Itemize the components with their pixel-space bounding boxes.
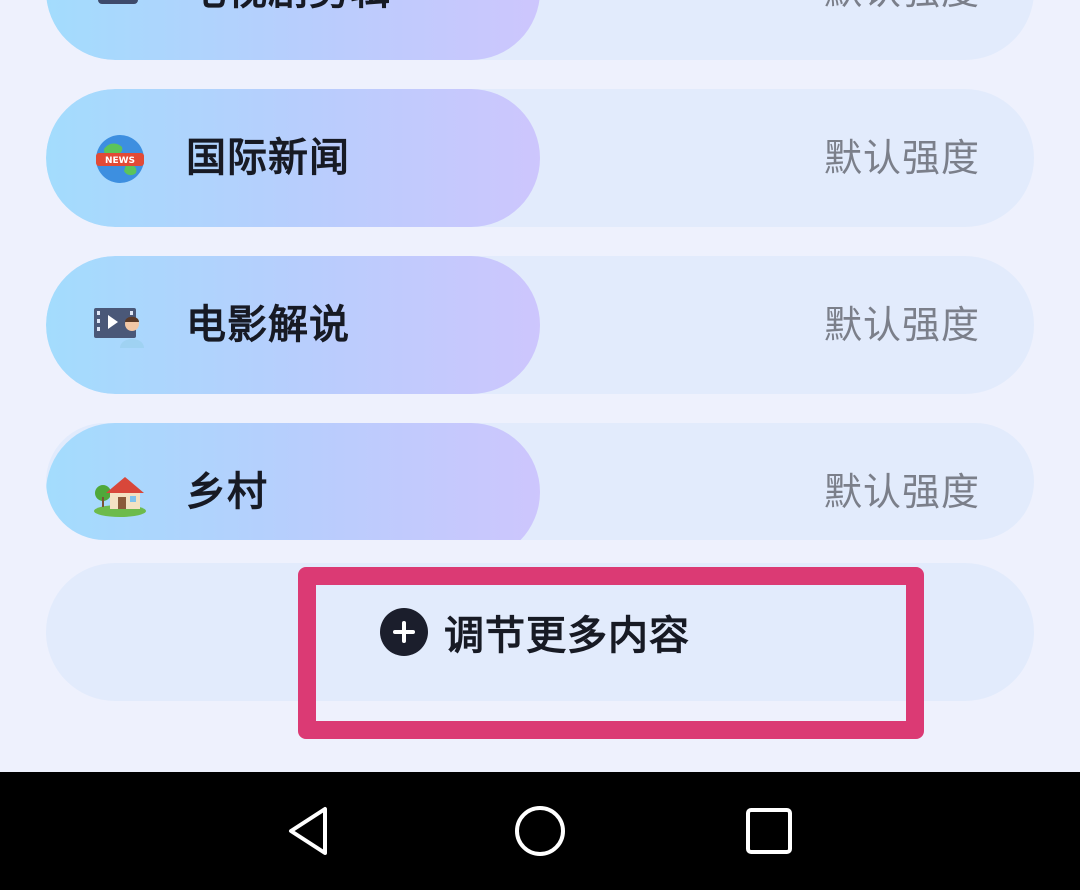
screen: 电视剧剪辑 默认强度 NEWS 国际新闻 默认强度 — [0, 0, 1080, 772]
row-label: 电视剧剪辑 — [186, 0, 391, 60]
nav-back-button[interactable] — [250, 772, 370, 890]
adjust-more-button[interactable]: 调节更多内容 — [380, 606, 690, 659]
adjust-more-label: 调节更多内容 — [444, 613, 690, 659]
nav-home-button[interactable] — [480, 772, 600, 890]
nav-recents-button[interactable] — [709, 772, 829, 890]
back-icon — [289, 807, 327, 855]
movie-narration-icon — [94, 300, 146, 352]
plus-circle-icon — [380, 608, 428, 656]
content-row-tv-series[interactable]: 电视剧剪辑 默认强度 — [46, 0, 1034, 60]
home-icon — [515, 806, 565, 856]
content-row-international-news[interactable]: NEWS 国际新闻 默认强度 — [46, 89, 1034, 227]
row-label: 乡村 — [186, 469, 268, 515]
content-row-movie-narration[interactable]: 电影解说 默认强度 — [46, 256, 1034, 394]
recents-icon — [746, 808, 792, 854]
tv-series-icon — [94, 0, 146, 18]
news-globe-icon: NEWS — [94, 133, 146, 185]
content-row-village[interactable]: 乡村 默认强度 — [46, 423, 1034, 540]
news-badge-text: NEWS — [105, 156, 135, 166]
row-label: 国际新闻 — [186, 135, 350, 181]
row-value: 默认强度 — [823, 136, 980, 180]
row-value: 默认强度 — [824, 0, 980, 60]
navigation-bar — [0, 772, 1080, 890]
row-value: 默认强度 — [823, 470, 980, 514]
row-value: 默认强度 — [823, 303, 980, 347]
village-house-icon — [94, 467, 146, 519]
row-label: 电影解说 — [186, 302, 350, 348]
